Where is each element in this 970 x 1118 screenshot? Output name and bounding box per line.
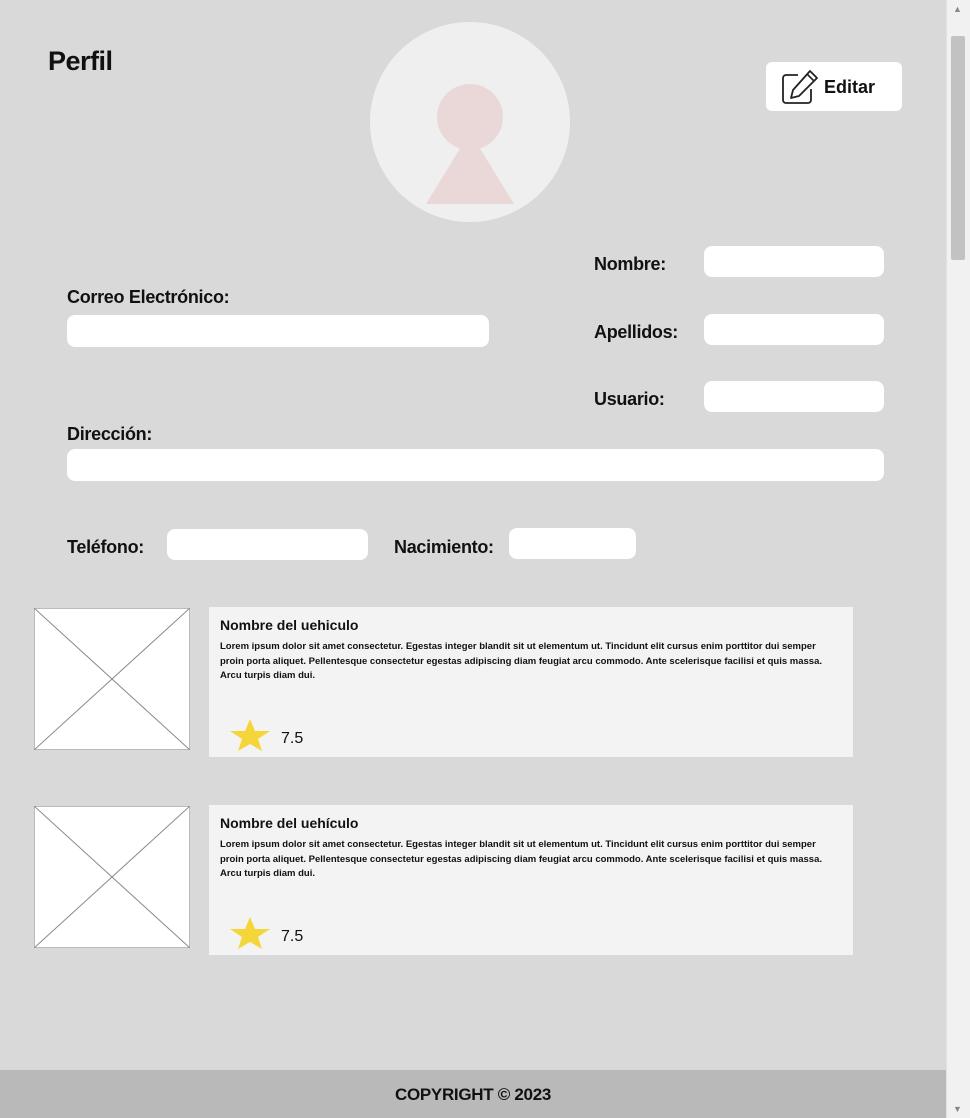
vehicle-image[interactable] xyxy=(34,608,190,750)
profile-page: Perfil Editar Nombre: Apellidos: Usuario… xyxy=(0,0,946,1118)
vehicle-image[interactable] xyxy=(34,806,190,948)
name-field[interactable] xyxy=(704,246,884,277)
vehicle-title: Nombre del uehículo xyxy=(220,815,359,831)
vehicle-title: Nombre del uehiculo xyxy=(220,617,359,633)
footer: COPYRIGHT © 2023 xyxy=(0,1070,946,1118)
username-field[interactable] xyxy=(704,381,884,412)
email-label: Correo Electrónico: xyxy=(67,287,230,307)
vehicle-description: Lorem ipsum dolor sit amet consectetur. … xyxy=(220,641,823,682)
scroll-down-arrow-icon[interactable]: ▼ xyxy=(953,1104,962,1114)
lastname-field[interactable] xyxy=(704,314,884,345)
vertical-scrollbar[interactable]: ▲ ▼ xyxy=(946,0,970,1118)
avatar[interactable] xyxy=(370,22,570,222)
image-placeholder-icon xyxy=(34,806,190,948)
image-placeholder-icon xyxy=(34,608,190,750)
username-label: Usuario: xyxy=(594,389,665,409)
phone-field[interactable] xyxy=(167,529,368,560)
vehicle-description: Lorem ipsum dolor sit amet consectetur. … xyxy=(220,839,823,880)
star-icon xyxy=(230,719,270,751)
pencil-square-icon xyxy=(782,70,818,104)
copyright-text: COPYRIGHT © 2023 xyxy=(394,1085,552,1104)
address-field[interactable] xyxy=(67,449,884,481)
email-field[interactable] xyxy=(67,315,489,347)
vehicle-rating: 7.5 xyxy=(281,928,304,945)
scroll-up-arrow-icon[interactable]: ▲ xyxy=(953,4,962,14)
birth-label: Nacimiento: xyxy=(394,537,494,557)
user-silhouette-icon xyxy=(426,84,514,204)
edit-button-label: Editar xyxy=(824,77,876,97)
birth-field[interactable] xyxy=(509,528,636,559)
scrollbar-thumb[interactable] xyxy=(951,36,965,260)
lastname-label: Apellidos: xyxy=(594,322,679,342)
name-label: Nombre: xyxy=(594,254,666,274)
address-label: Dirección: xyxy=(67,424,153,444)
vehicle-rating: 7.5 xyxy=(281,730,304,747)
vehicle-card[interactable]: Nombre del uehiculo Lorem ipsum dolor si… xyxy=(209,607,853,757)
vehicle-card[interactable]: Nombre del uehículo Lorem ipsum dolor si… xyxy=(209,805,853,955)
phone-label: Teléfono: xyxy=(67,537,144,557)
star-icon xyxy=(230,917,270,949)
edit-button[interactable]: Editar xyxy=(766,62,902,111)
page-title: Perfil xyxy=(48,46,113,76)
